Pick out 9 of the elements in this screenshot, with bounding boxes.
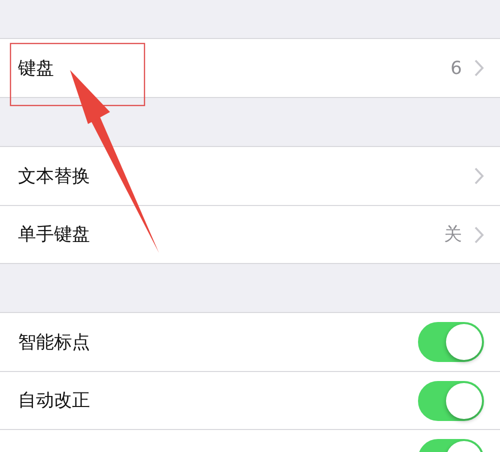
setting-value: 关 [444,223,462,247]
settings-row[interactable]: 文本替换 [0,147,500,205]
setting-label: 自动改正 [18,389,90,413]
setting-label: 文本替换 [18,164,90,188]
setting-label: 单手键盘 [18,223,90,247]
setting-label: 智能标点 [18,330,90,354]
settings-row[interactable]: 键盘 6 [0,39,500,97]
setting-label: 键盘 [18,56,54,80]
setting-value: 6 [450,56,462,80]
